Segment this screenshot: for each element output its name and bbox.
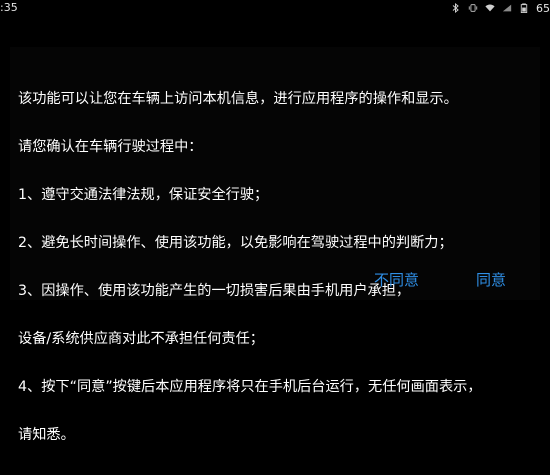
status-bar: :35 65 <box>0 0 550 18</box>
signal-icon <box>502 4 512 12</box>
battery-percent: 65 <box>536 1 550 15</box>
message-line: 1、遵守交通法律法规，保证安全行驶； <box>18 187 269 203</box>
message-line: 设备/系统供应商对此不承担任何责任； <box>18 331 264 347</box>
permission-dialog: 该功能可以让您在车辆上访问本机信息，进行应用程序的操作和显示。 请您确认在车辆行… <box>10 47 540 443</box>
vibrate-icon <box>468 4 478 12</box>
status-time: :35 <box>0 1 18 14</box>
status-icons: 65 <box>451 1 550 15</box>
message-line: 请知悉。 <box>18 427 75 443</box>
wifi-icon <box>485 4 495 12</box>
message-line: 该功能可以让您在车辆上访问本机信息，进行应用程序的操作和显示。 <box>18 91 458 107</box>
message-line: 3、因操作、使用该功能产生的一切损害后果由手机用户承担， <box>18 283 411 299</box>
battery-icon <box>520 3 528 13</box>
message-line: 4、按下“同意”按键后本应用程序将只在手机后台运行，无任何画面表示， <box>18 379 482 395</box>
disagree-button[interactable]: 不同意 <box>374 269 419 290</box>
message-line: 请您确认在车辆行驶过程中： <box>18 139 203 155</box>
agree-button[interactable]: 同意 <box>476 269 506 290</box>
message-line: 2、避免长时间操作、使用该功能，以免影响在驾驶过程中的判断力； <box>18 235 453 251</box>
dialog-message: 该功能可以让您在车辆上访问本机信息，进行应用程序的操作和显示。 请您确认在车辆行… <box>18 59 538 475</box>
bluetooth-icon <box>452 3 459 13</box>
